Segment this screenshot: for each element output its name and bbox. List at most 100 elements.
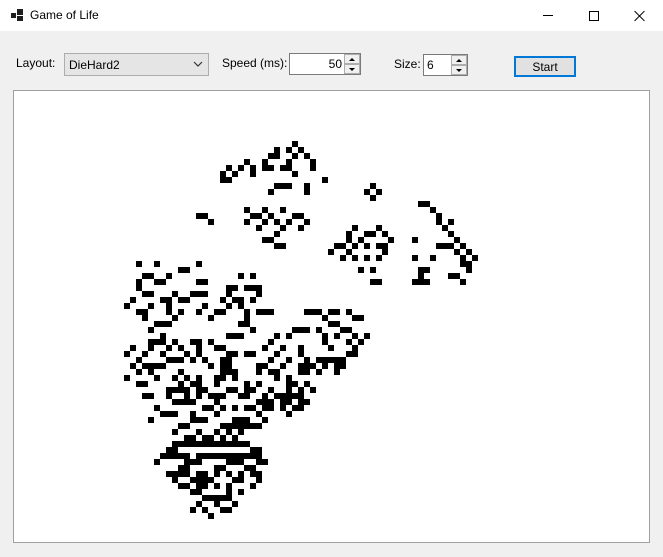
live-cell (358, 339, 364, 345)
live-cell (196, 309, 202, 315)
live-cell (160, 333, 166, 339)
live-cell (262, 405, 268, 411)
live-cell (238, 393, 244, 399)
live-cell (370, 231, 376, 237)
minimize-button[interactable] (525, 0, 571, 31)
live-cell (178, 399, 184, 405)
live-cell (160, 363, 166, 369)
size-stepper[interactable]: 6 (423, 54, 468, 76)
live-cell (172, 339, 178, 345)
live-cell (184, 399, 190, 405)
live-cell (244, 321, 250, 327)
live-cell (178, 345, 184, 351)
live-cell (232, 285, 238, 291)
speed-decrement-button[interactable] (344, 64, 360, 74)
live-cell (304, 183, 310, 189)
live-cell (154, 279, 160, 285)
live-cell (238, 489, 244, 495)
live-cell (274, 393, 280, 399)
live-cell (274, 147, 280, 153)
speed-stepper[interactable]: 50 (289, 53, 361, 75)
size-decrement-button[interactable] (451, 65, 467, 75)
live-cell (370, 195, 376, 201)
live-cell (196, 453, 202, 459)
live-cell (466, 267, 472, 273)
live-cell (418, 201, 424, 207)
live-cell (190, 399, 196, 405)
game-board[interactable] (13, 90, 650, 543)
live-cell (136, 357, 142, 363)
live-cell (154, 363, 160, 369)
live-cell (136, 261, 142, 267)
live-cell (184, 483, 190, 489)
live-cell (196, 387, 202, 393)
live-cell (184, 297, 190, 303)
live-cell (196, 345, 202, 351)
live-cell (214, 471, 220, 477)
layout-dropdown[interactable]: DieHard2 (64, 53, 209, 76)
live-cell (274, 375, 280, 381)
live-cell (286, 333, 292, 339)
live-cell (178, 465, 184, 471)
live-cell (250, 351, 256, 357)
live-cell (148, 393, 154, 399)
live-cell (268, 405, 274, 411)
live-cell (364, 189, 370, 195)
live-cell (262, 459, 268, 465)
live-cell (178, 381, 184, 387)
live-cell (436, 243, 442, 249)
speed-increment-button[interactable] (344, 54, 360, 64)
live-cell (334, 243, 340, 249)
live-cell (172, 477, 178, 483)
live-cell (226, 285, 232, 291)
live-cell (178, 483, 184, 489)
live-cell (352, 333, 358, 339)
live-cell (226, 165, 232, 171)
start-button[interactable]: Start (514, 56, 576, 77)
live-cell (148, 303, 154, 309)
live-cell (376, 279, 382, 285)
maximize-button[interactable] (571, 0, 617, 31)
live-cell (220, 375, 226, 381)
live-cell (418, 273, 424, 279)
live-cell (268, 237, 274, 243)
live-cell (418, 279, 424, 285)
live-cell (238, 453, 244, 459)
live-cell (202, 405, 208, 411)
live-cell (268, 213, 274, 219)
live-cell (298, 345, 304, 351)
live-cell (322, 333, 328, 339)
live-cell (286, 381, 292, 387)
live-cell (334, 321, 340, 327)
size-stepper-buttons (451, 55, 467, 75)
live-cell (280, 345, 286, 351)
live-cell (346, 231, 352, 237)
live-cell (226, 177, 232, 183)
live-cell (166, 387, 172, 393)
live-cell (286, 411, 292, 417)
live-cell (220, 453, 226, 459)
live-cell (208, 219, 214, 225)
live-cell (412, 255, 418, 261)
live-cell (202, 435, 208, 441)
live-cell (214, 375, 220, 381)
live-cell (214, 381, 220, 387)
live-cell (238, 273, 244, 279)
live-cell (220, 171, 226, 177)
live-cell (250, 327, 256, 333)
live-cell (160, 297, 166, 303)
live-cell (166, 345, 172, 351)
size-increment-button[interactable] (451, 55, 467, 65)
live-cell (262, 207, 268, 213)
close-button[interactable] (617, 0, 663, 31)
live-cell (328, 321, 334, 327)
live-cell (172, 375, 178, 381)
live-cell (418, 267, 424, 273)
live-cell (226, 441, 232, 447)
live-cell (298, 399, 304, 405)
live-cell (190, 435, 196, 441)
live-cell (178, 387, 184, 393)
live-cell (268, 357, 274, 363)
live-cell (154, 321, 160, 327)
live-cell (256, 477, 262, 483)
